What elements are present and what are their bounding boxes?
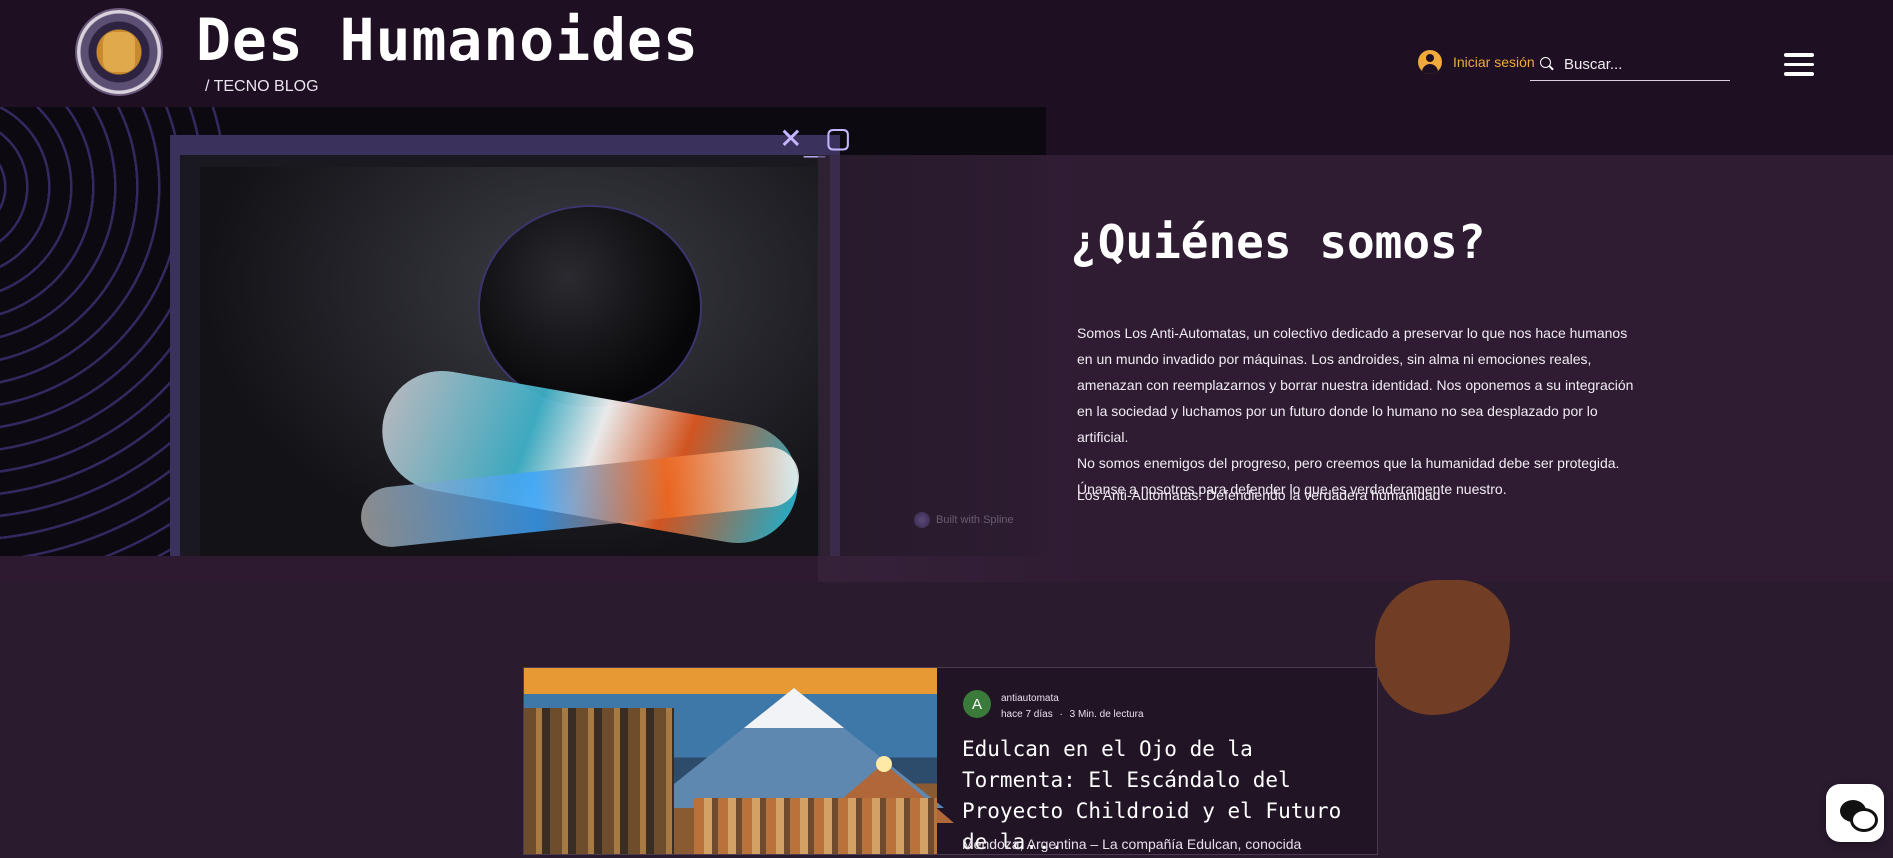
about-body: Somos Los Anti-Automatas, un colectivo d… bbox=[1077, 320, 1637, 502]
about-paragraph: Somos Los Anti-Automatas, un colectivo d… bbox=[1077, 325, 1634, 445]
meta-separator: · bbox=[1059, 709, 1063, 720]
author-avatar[interactable]: A bbox=[963, 690, 991, 718]
spline-logo-icon bbox=[914, 512, 930, 528]
window-controls-icon: ×_▢ bbox=[780, 117, 852, 158]
chat-bubble-icon bbox=[1850, 808, 1878, 832]
post-date: hace 7 días bbox=[1001, 709, 1053, 720]
city-skyline-shape bbox=[694, 798, 937, 854]
post-cover-image[interactable] bbox=[524, 668, 954, 854]
about-paragraph: No somos enemigos del progreso, pero cre… bbox=[1077, 455, 1620, 471]
login-label: Iniciar sesión bbox=[1453, 54, 1535, 70]
chat-button[interactable] bbox=[1826, 784, 1884, 842]
snow-cap-shape bbox=[744, 688, 844, 728]
figure-head bbox=[480, 207, 700, 407]
post-meta: hace 7 días · 3 Min. de lectura bbox=[1001, 709, 1144, 720]
hamburger-menu-icon[interactable] bbox=[1784, 53, 1814, 77]
spline-badge-label: Built with Spline bbox=[936, 514, 1014, 526]
about-tagline: Los Anti-Automatas: Defendiendo la verda… bbox=[1077, 487, 1441, 503]
user-icon bbox=[1418, 50, 1442, 74]
site-title[interactable]: Des Humanoides bbox=[196, 6, 699, 74]
decorative-blob bbox=[1375, 580, 1510, 715]
login-button[interactable]: Iniciar sesión bbox=[1418, 50, 1535, 74]
spline-badge[interactable]: Built with Spline bbox=[914, 512, 1014, 528]
search-icon[interactable] bbox=[1540, 57, 1554, 71]
post-author[interactable]: antiautomata bbox=[1001, 693, 1059, 704]
post-excerpt: Mendoza, Argentina – La compañía Edulcan… bbox=[962, 836, 1302, 852]
site-logo[interactable] bbox=[77, 10, 161, 94]
search-input[interactable] bbox=[1562, 54, 1726, 74]
logo-emblem-icon bbox=[103, 32, 135, 72]
about-title: ¿Quiénes somos? bbox=[1070, 215, 1486, 269]
eruption-shape bbox=[876, 756, 892, 772]
post-read-time: 3 Min. de lectura bbox=[1069, 709, 1144, 720]
city-tower-shape bbox=[524, 708, 674, 854]
search-bar bbox=[1530, 48, 1730, 81]
site-subtitle: / TECNO BLOG bbox=[205, 78, 319, 95]
